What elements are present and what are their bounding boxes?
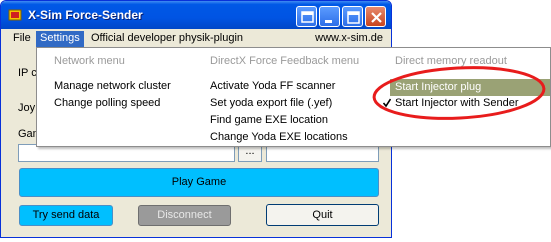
settings-dropdown-menu: Network menu Manage network cluster Chan… bbox=[36, 47, 551, 147]
title-bar[interactable]: X-Sim Force-Sender bbox=[1, 1, 391, 29]
maximize-icon[interactable] bbox=[342, 6, 363, 27]
checkmark-icon bbox=[382, 98, 392, 111]
restore-icon[interactable] bbox=[296, 6, 317, 27]
menu-developer-plugin[interactable]: Official developer physik-plugin bbox=[87, 31, 247, 48]
network-menu-header: Network menu bbox=[54, 55, 125, 67]
quit-button[interactable]: Quit bbox=[266, 204, 379, 226]
website-link[interactable]: www.x-sim.de bbox=[315, 31, 383, 46]
joystick-label: Joy bbox=[18, 102, 36, 114]
menu-item-start-injector-with-sender[interactable]: Start Injector with Sender bbox=[395, 97, 519, 109]
directx-menu-header: DirectX Force Feedback menu bbox=[210, 55, 360, 67]
menu-item-start-injector-plug[interactable]: Start Injector plug bbox=[390, 79, 550, 96]
memory-readout-header: Direct memory readout bbox=[395, 55, 507, 67]
menu-item-activate-yoda-scanner[interactable]: Activate Yoda FF scanner bbox=[210, 80, 335, 92]
menu-item-change-yoda-exe-locations[interactable]: Change Yoda EXE locations bbox=[210, 131, 348, 143]
menu-item-manage-network-cluster[interactable]: Manage network cluster bbox=[54, 80, 171, 92]
menu-file[interactable]: File bbox=[9, 31, 35, 48]
menu-bar: File Settings Official developer physik-… bbox=[1, 29, 391, 48]
window-title: X-Sim Force-Sender bbox=[28, 8, 143, 22]
menu-item-change-polling-speed[interactable]: Change polling speed bbox=[54, 97, 160, 109]
minimize-icon[interactable] bbox=[319, 6, 340, 27]
disconnect-button[interactable]: Disconnect bbox=[138, 205, 231, 226]
app-icon bbox=[8, 8, 22, 22]
try-send-button[interactable]: Try send data bbox=[19, 205, 113, 226]
browse-button[interactable]: ... bbox=[238, 145, 262, 162]
play-game-button[interactable]: Play Game bbox=[19, 168, 379, 197]
menu-item-find-game-exe[interactable]: Find game EXE location bbox=[210, 114, 328, 126]
close-icon[interactable] bbox=[365, 6, 386, 27]
menu-item-set-yoda-export-file[interactable]: Set yoda export file (.yef) bbox=[210, 97, 332, 109]
menu-settings[interactable]: Settings bbox=[36, 31, 84, 48]
ip-label: IP c bbox=[18, 67, 37, 79]
